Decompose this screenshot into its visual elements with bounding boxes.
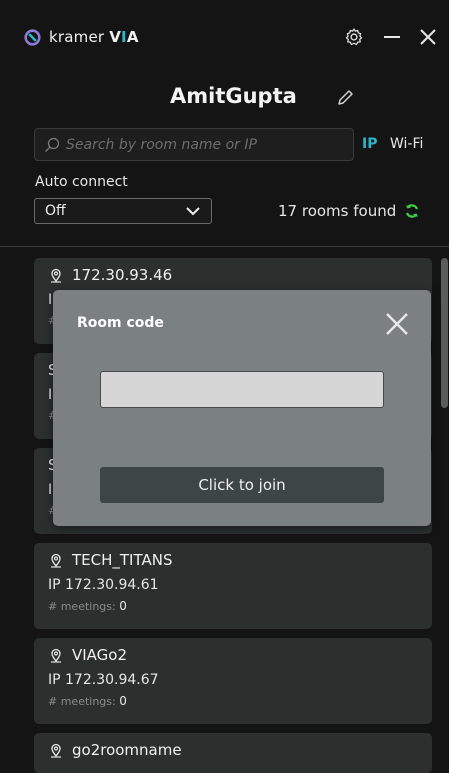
minimize-button[interactable] (377, 22, 407, 52)
gear-icon (345, 28, 363, 46)
dialog-title: Room code (77, 315, 164, 331)
edit-pencil-icon[interactable] (335, 88, 355, 108)
auto-connect-dropdown[interactable]: Off (34, 198, 212, 224)
user-row: AmitGupta (0, 84, 449, 114)
room-ip: IP 172.30.94.61 (48, 577, 159, 593)
settings-button[interactable] (339, 22, 369, 52)
room-name: 172.30.93.46 (72, 266, 173, 284)
tab-wifi[interactable]: Wi-Fi (390, 136, 423, 152)
room-card[interactable]: go2roomname (34, 733, 432, 773)
room-meetings: # meetings: 0 (48, 599, 127, 613)
room-meetings: # meetings: 0 (48, 694, 127, 708)
refresh-icon[interactable] (404, 203, 420, 219)
location-pin-icon (51, 268, 61, 283)
location-pin-icon (51, 743, 61, 758)
room-code-dialog: Room code Click to join (53, 290, 431, 526)
search-input[interactable] (66, 136, 336, 153)
room-name: go2roomname (72, 741, 182, 759)
tab-ip[interactable]: IP (362, 136, 377, 152)
room-search[interactable] (34, 128, 354, 161)
close-icon (420, 29, 436, 45)
chevron-down-icon (186, 207, 200, 216)
brand-name: kramer VIA (49, 28, 139, 46)
minimize-icon (384, 36, 400, 38)
join-button[interactable]: Click to join (100, 467, 384, 503)
room-card[interactable]: VIAGo2 IP 172.30.94.67 # meetings: 0 (34, 638, 432, 724)
room-ip: IP 172.30.94.67 (48, 672, 159, 688)
room-card[interactable]: TECH_TITANS IP 172.30.94.61 # meetings: … (34, 543, 432, 629)
auto-connect-value: Off (45, 203, 66, 219)
auto-connect-label: Auto connect (35, 174, 128, 190)
app-logo: kramer VIA (24, 28, 139, 46)
divider (0, 246, 449, 247)
username: AmitGupta (170, 84, 297, 108)
room-name: VIAGo2 (72, 646, 128, 664)
title-bar: kramer VIA (0, 0, 449, 90)
scrollbar-thumb[interactable] (441, 258, 448, 408)
rooms-found-status: 17 rooms found (278, 202, 420, 220)
close-window-button[interactable] (413, 22, 443, 52)
kramer-logo-icon (24, 28, 41, 46)
close-icon[interactable] (383, 310, 411, 338)
location-pin-icon (51, 553, 61, 568)
room-code-input[interactable] (100, 371, 384, 408)
location-pin-icon (51, 648, 61, 663)
search-icon (45, 137, 60, 152)
rooms-found-count: 17 rooms found (278, 202, 397, 220)
room-name: TECH_TITANS (72, 551, 173, 569)
